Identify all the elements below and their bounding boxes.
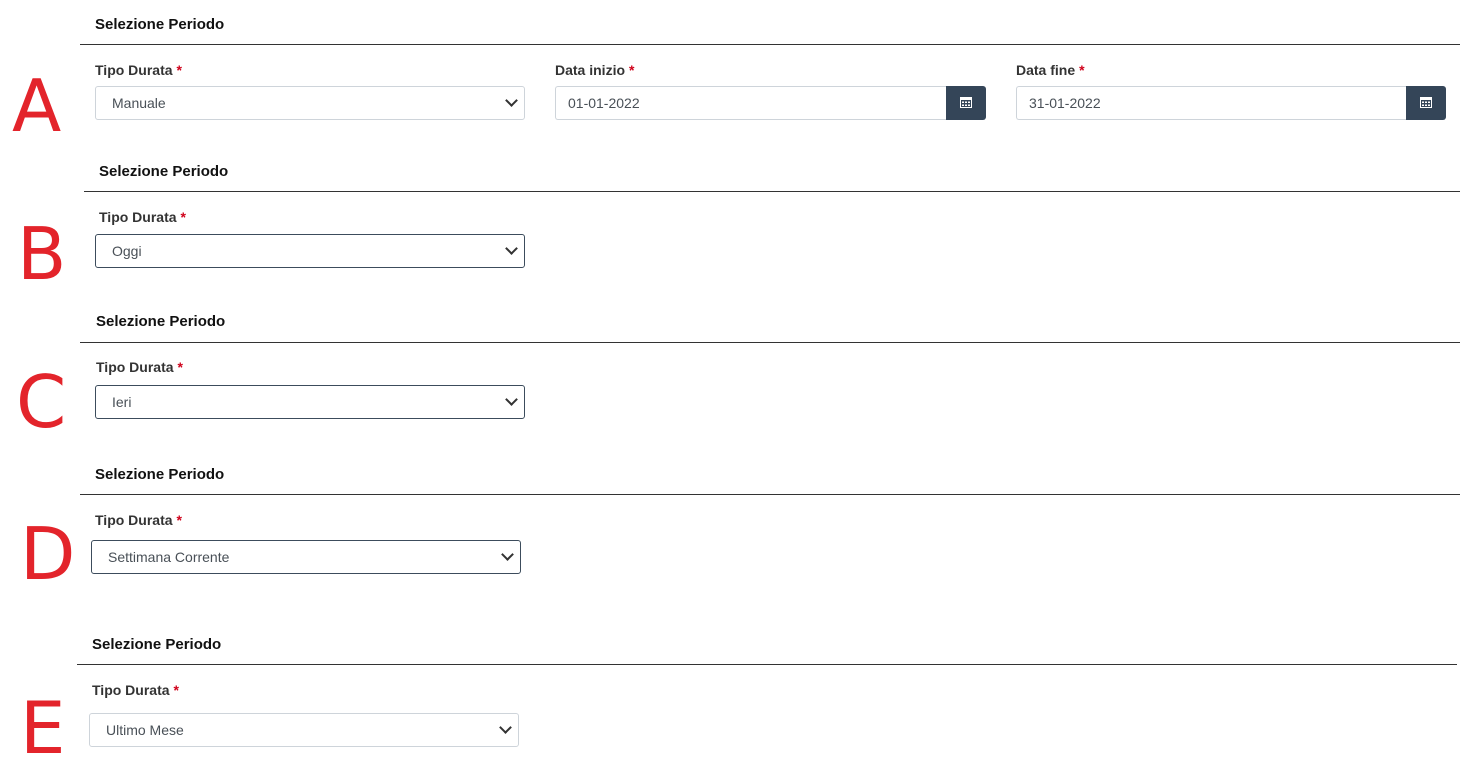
- data-inizio-field: 01-01-2022: [555, 86, 986, 120]
- annotation-letter-c: C: [16, 360, 67, 444]
- section-title-e: Selezione Periodo: [92, 636, 222, 653]
- section-title-c: Selezione Periodo: [96, 313, 226, 330]
- calendar-icon: [1420, 97, 1432, 108]
- selected-value: Oggi: [112, 243, 142, 259]
- data-fine-label: Data fine *: [1016, 62, 1085, 78]
- section-divider-a: [80, 44, 1460, 45]
- data-fine-field: 31-01-2022: [1016, 86, 1446, 120]
- data-inizio-label: Data inizio *: [555, 62, 635, 78]
- tipo-durata-select-b[interactable]: Oggi: [95, 234, 525, 268]
- section-divider-b: [84, 191, 1460, 192]
- chevron-down-icon: [499, 721, 512, 734]
- section-divider-c: [80, 342, 1460, 343]
- chevron-down-icon: [505, 393, 518, 406]
- calendar-icon: [960, 97, 972, 108]
- annotation-letter-d: D: [20, 512, 76, 596]
- tipo-durata-label-e: Tipo Durata *: [92, 682, 179, 698]
- selected-value: Manuale: [112, 95, 166, 111]
- section-title-d: Selezione Periodo: [95, 466, 225, 483]
- tipo-durata-select-c[interactable]: Ieri: [95, 385, 525, 419]
- selected-value: Ultimo Mese: [106, 722, 184, 738]
- tipo-durata-label-c: Tipo Durata *: [96, 359, 183, 375]
- section-title-b: Selezione Periodo: [99, 163, 229, 180]
- annotation-letter-a: A: [12, 64, 62, 148]
- chevron-down-icon: [505, 242, 518, 255]
- section-title-a: Selezione Periodo: [95, 16, 225, 33]
- required-marker: *: [177, 359, 183, 375]
- section-divider-e: [77, 664, 1457, 665]
- tipo-durata-select-e[interactable]: Ultimo Mese: [89, 713, 519, 747]
- required-marker: *: [180, 209, 186, 225]
- annotation-letter-b: B: [17, 212, 67, 296]
- data-inizio-calendar-button[interactable]: [946, 86, 986, 120]
- required-marker: *: [1079, 62, 1085, 78]
- tipo-durata-select-d[interactable]: Settimana Corrente: [91, 540, 521, 574]
- required-marker: *: [176, 512, 182, 528]
- tipo-durata-label-d: Tipo Durata *: [95, 512, 182, 528]
- required-marker: *: [176, 62, 182, 78]
- selected-value: Settimana Corrente: [108, 549, 230, 565]
- data-fine-calendar-button[interactable]: [1406, 86, 1446, 120]
- annotation-letter-e: E: [20, 686, 66, 770]
- tipo-durata-select-a[interactable]: Manuale: [95, 86, 525, 120]
- tipo-durata-label-a: Tipo Durata *: [95, 62, 182, 78]
- data-inizio-input[interactable]: 01-01-2022: [555, 86, 947, 120]
- data-fine-input[interactable]: 31-01-2022: [1016, 86, 1407, 120]
- section-divider-d: [80, 494, 1460, 495]
- selected-value: Ieri: [112, 394, 132, 410]
- required-marker: *: [629, 62, 635, 78]
- required-marker: *: [173, 682, 179, 698]
- chevron-down-icon: [505, 94, 518, 107]
- chevron-down-icon: [501, 548, 514, 561]
- tipo-durata-label-b: Tipo Durata *: [99, 209, 186, 225]
